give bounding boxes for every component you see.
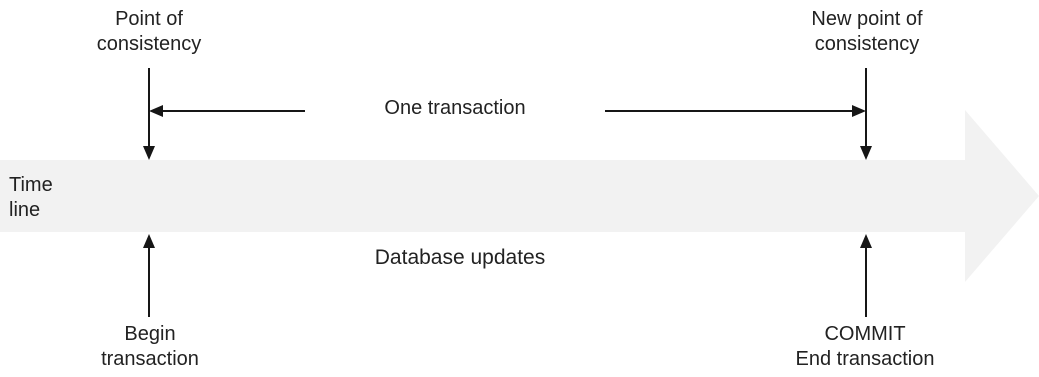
timeline-label-line-2: line <box>9 199 41 221</box>
begin-transaction-arrow <box>143 234 155 317</box>
commit-line: COMMIT <box>824 323 906 345</box>
point-of-consistency-line-2: consistency <box>96 33 202 55</box>
database-updates-label: Database updates <box>340 245 580 270</box>
timeline-label: Time line <box>9 173 89 223</box>
begin-transaction-line-1: Begin <box>124 323 176 345</box>
point-of-consistency-label: Point of consistency <box>84 7 214 57</box>
timeline-label-line-1: Time <box>9 174 53 196</box>
one-transaction-label: One transaction <box>305 96 605 121</box>
end-consistency-arrow <box>860 68 872 160</box>
point-of-consistency-line-1: Point of <box>115 8 183 30</box>
new-point-of-consistency-line-2: consistency <box>814 33 920 55</box>
one-transaction-label-wrap: One transaction <box>305 96 605 121</box>
database-updates-text: Database updates <box>374 246 546 269</box>
begin-transaction-line-2: transaction <box>101 348 199 370</box>
begin-transaction-label: Begin transaction <box>80 322 220 372</box>
begin-consistency-arrow <box>143 68 155 160</box>
new-point-of-consistency-label: New point of consistency <box>792 7 942 57</box>
commit-end-transaction-label: COMMIT End transaction <box>785 322 945 372</box>
new-point-of-consistency-line-1: New point of <box>811 8 923 30</box>
commit-arrow <box>860 234 872 317</box>
end-transaction-line: End transaction <box>795 348 935 370</box>
